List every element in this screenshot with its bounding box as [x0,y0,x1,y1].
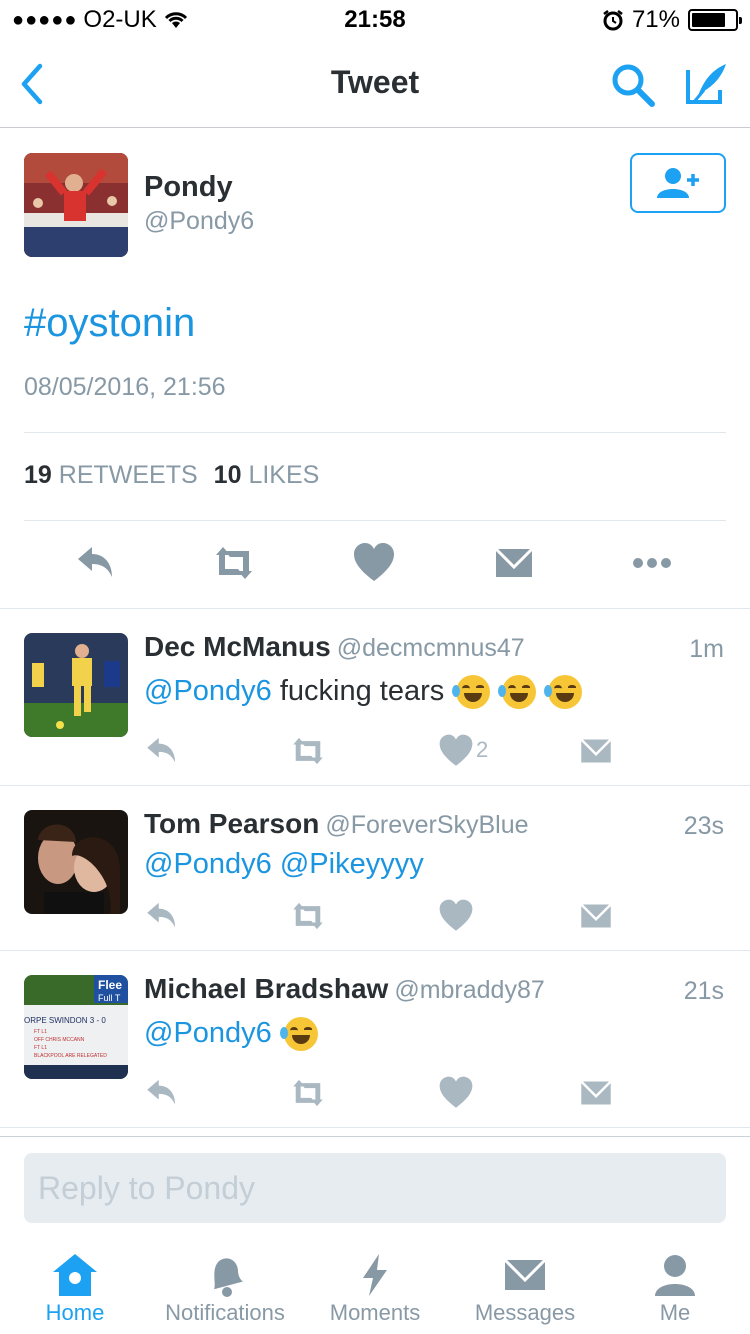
alarm-icon [603,10,623,31]
avatar-tv-score: ORPE SWINDON 3 - 0 [24,1016,106,1025]
like-heart-icon[interactable] [438,1075,474,1111]
tab-moments[interactable]: Moments [300,1238,450,1334]
retweet-icon[interactable] [290,898,326,934]
divider [24,432,726,433]
retweet-icon[interactable] [290,1075,326,1111]
tears-of-joy-emoji-icon [498,675,537,710]
reply-icon[interactable] [74,541,118,585]
like-heart-icon[interactable] [438,733,474,769]
tab-notifications[interactable]: Notifications [150,1238,300,1334]
avatar-tv-line: BLACKPOOL ARE RELEGATED [34,1053,107,1059]
reply-avatar[interactable]: Flee Full T ORPE SWINDON 3 - 0 FT L1 OFF… [24,975,128,1079]
tweet-actions [0,541,750,601]
tab-me[interactable]: Me [600,1238,750,1334]
retweet-stat[interactable]: 19 RETWEETS [24,461,198,490]
author-avatar[interactable] [24,153,128,257]
more-options-icon[interactable] [630,541,674,585]
divider [0,950,750,951]
tab-label: Moments [329,1300,421,1325]
reply-composer [0,1136,750,1238]
avatar-tv-brand: Flee [98,978,122,992]
nav-bar: Tweet [0,40,750,128]
tab-bar: Home Notifications Moments Messages Me [0,1238,750,1334]
battery-icon [688,9,742,31]
like-heart-icon[interactable] [438,898,474,934]
battery-percent: 71% [631,6,680,33]
reply-author-name[interactable]: Tom Pearson [144,808,319,839]
home-icon [53,1254,97,1296]
reply-author-name[interactable]: Dec McManus [144,631,331,662]
reply-photo: Flee Full T ORPE SWINDON 3 - 0 FT L1 OFF… [24,975,128,1079]
reply-icon[interactable] [144,1075,180,1111]
tears-of-joy-emoji-icon [544,675,583,710]
reply-author-handle[interactable]: @mbraddy87 [394,976,544,1004]
reply-header: Dec McManus @decmcmnus47 [144,631,525,663]
direct-message-icon[interactable] [578,898,614,934]
reply-avatar[interactable] [24,633,128,737]
avatar-tv-sub: Full T [98,993,121,1003]
direct-message-icon[interactable] [578,733,614,769]
reply-text: @Pondy6 [144,1017,318,1052]
battery-group: 71% [602,6,742,34]
tears-of-joy-emoji-icon [452,675,491,710]
tab-label: Me [659,1300,691,1325]
status-bar: ●●●●● O2-UK 21:58 71% [0,0,750,40]
reply-actions [0,898,750,938]
compose-icon[interactable] [684,60,730,106]
author-handle[interactable]: @Pondy6 [144,207,254,236]
reply-photo [24,633,128,737]
reply-time: 23s [683,812,724,840]
follow-button[interactable] [630,153,726,213]
tab-label: Notifications [165,1300,285,1325]
reply-time: 1m [689,635,724,663]
reply-header: Tom Pearson @ForeverSkyBlue [144,808,529,840]
avatar-tv-line: FT L1 [34,1045,47,1051]
tab-messages[interactable]: Messages [450,1238,600,1334]
reply-time: 21s [683,977,724,1005]
reply-input[interactable] [24,1153,726,1223]
retweet-icon[interactable] [212,541,256,585]
reply-text: @Pondy6 fucking tears [144,675,583,710]
tweet-date: 08/05/2016, 21:56 [24,373,226,401]
tweet-stats: 19 RETWEETS 10 LIKES [24,461,319,490]
add-user-icon [657,168,699,198]
like-heart-icon[interactable] [352,541,396,585]
reply-author-handle[interactable]: @decmcmnus47 [337,634,525,662]
reply-text: @Pondy6 @Pikeyyyy [144,848,424,881]
reply-actions [0,1075,750,1115]
tweet-text[interactable]: #oystonin [24,301,195,346]
lightning-icon [363,1254,387,1296]
reply-mention[interactable]: @Pondy6 [144,1017,272,1049]
envelope-icon [503,1258,547,1290]
tears-of-joy-emoji-icon [279,1017,318,1052]
person-icon [655,1255,695,1296]
direct-message-icon[interactable] [492,541,536,585]
divider [0,1127,750,1128]
like-stat[interactable]: 10 LIKES [214,461,320,490]
author-photo [24,153,128,257]
direct-message-icon[interactable] [578,1075,614,1111]
reply-like-count: 2 [476,737,489,762]
tab-label: Messages [474,1300,576,1325]
divider [0,785,750,786]
reply-actions: 2 [0,733,750,773]
reply-mention[interactable]: @Pondy6 [144,675,272,707]
divider [24,520,726,521]
reply-icon[interactable] [144,733,180,769]
reply-icon[interactable] [144,898,180,934]
tab-home[interactable]: Home [0,1238,150,1334]
tab-label: Home [45,1300,105,1325]
divider [0,608,750,609]
author-name[interactable]: Pondy [144,171,233,204]
reply-mention[interactable]: @Pondy6 @Pikeyyyy [144,848,424,880]
avatar-tv-line: FT L1 [34,1029,47,1035]
bell-icon [214,1258,244,1297]
reply-header: Michael Bradshaw @mbraddy87 [144,973,545,1005]
reply-author-handle[interactable]: @ForeverSkyBlue [325,811,528,839]
search-icon[interactable] [610,62,656,108]
reply-author-name[interactable]: Michael Bradshaw [144,973,388,1004]
retweet-icon[interactable] [290,733,326,769]
avatar-tv-line: OFF CHRIS MCCANN [34,1037,85,1043]
